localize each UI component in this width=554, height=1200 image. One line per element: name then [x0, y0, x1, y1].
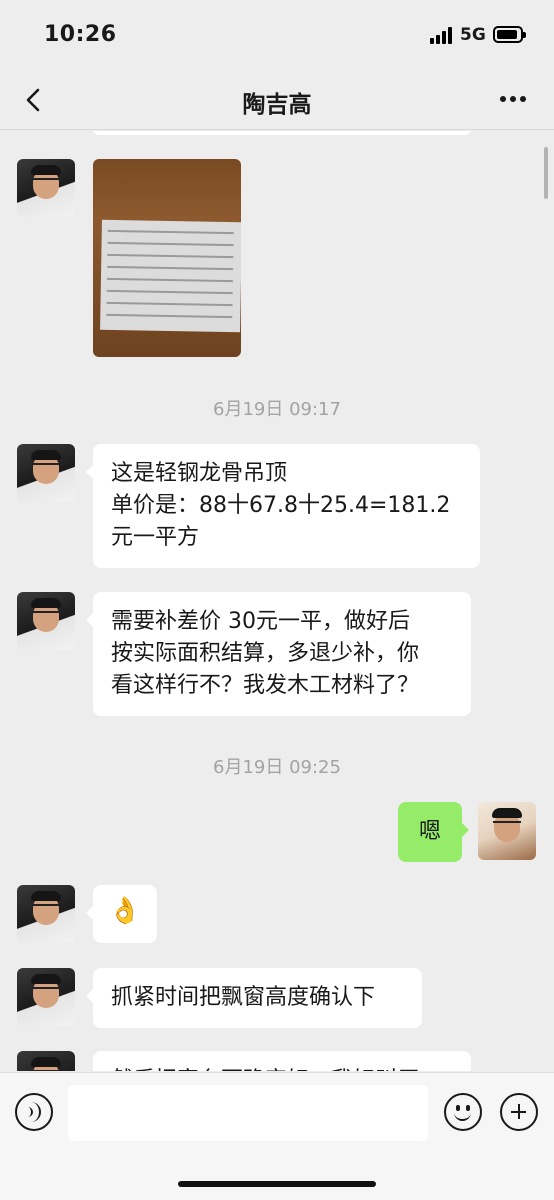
avatar[interactable]	[17, 968, 75, 1026]
previous-message-bubble[interactable]	[93, 131, 471, 135]
image-message[interactable]	[93, 159, 241, 357]
input-bar	[0, 1072, 554, 1200]
plus-icon[interactable]	[500, 1093, 538, 1131]
message-bubble[interactable]: 需要补差价 30元一平，做好后 按实际面积结算，多退少补，你 看这样行不？我发木…	[86, 592, 471, 716]
avatar[interactable]	[17, 444, 75, 502]
battery-icon	[493, 26, 526, 43]
avatar[interactable]	[17, 885, 75, 943]
chat-title: 陶吉高	[242, 92, 312, 118]
home-indicator[interactable]	[178, 1181, 376, 1187]
timestamp: 6月19日 09:17	[213, 399, 341, 420]
my-message-bubble[interactable]: 嗯	[398, 802, 469, 862]
message-bubble[interactable]: 然后把窗台面确定好，我好叫厂	[93, 1051, 471, 1071]
avatar[interactable]	[478, 802, 536, 860]
chat-area[interactable]: 6月19日 09:17 这是轻钢龙骨吊顶 单价是：88十67.8十25.4=18…	[0, 131, 554, 1071]
network-type: 5G	[460, 25, 486, 45]
message-bubble[interactable]: 抓紧时间把飘窗高度确认下	[86, 968, 422, 1028]
ellipsis-icon[interactable]	[500, 96, 528, 104]
voice-icon[interactable]	[15, 1093, 53, 1131]
document-photo	[100, 219, 241, 333]
signal-icon	[430, 26, 454, 44]
emoji-icon[interactable]	[444, 1093, 482, 1131]
status-time: 10:26	[44, 22, 117, 47]
message-bubble[interactable]: 这是轻钢龙骨吊顶 单价是：88十67.8十25.4=181.2 元一平方	[86, 444, 480, 568]
avatar[interactable]	[17, 159, 75, 217]
status-bar: 10:26 5G	[0, 0, 554, 70]
avatar[interactable]	[17, 592, 75, 650]
ok-hand-emoji[interactable]: 👌	[86, 885, 157, 943]
nav-bar: 陶吉高	[0, 70, 554, 130]
message-input[interactable]	[68, 1085, 428, 1141]
avatar[interactable]	[17, 1051, 75, 1071]
timestamp: 6月19日 09:25	[213, 757, 341, 778]
scrollbar[interactable]	[544, 147, 548, 199]
